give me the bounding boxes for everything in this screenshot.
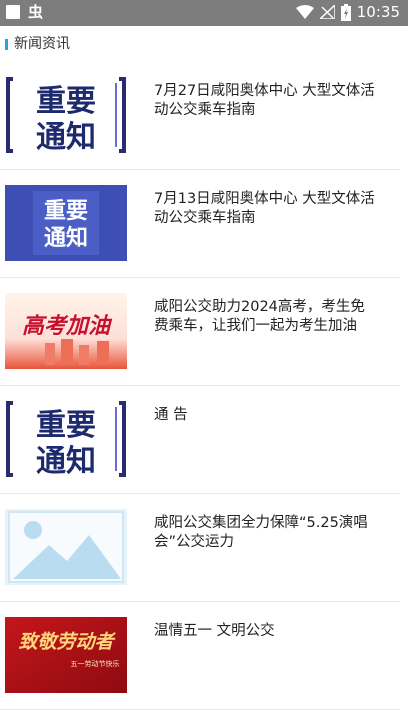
status-bar: 虫 10:35 [0, 0, 408, 26]
wifi-icon [295, 5, 314, 19]
news-title: 7月13日咸阳奥体中心 大型文体活动公交乘车指南 [154, 191, 375, 226]
notice-thumbnail: 重要 通知 [5, 185, 127, 261]
news-list: 重要 通知 7月27日咸阳奥体中心 大型文体活动公交乘车指南 重要 通知 7月1… [0, 62, 408, 710]
notice-thumbnail: 重要 通知 [5, 77, 127, 153]
thumb-text-bottom: 通知 [36, 120, 96, 153]
thumb-banner-text: 致敬劳动者 [18, 631, 116, 653]
news-item[interactable]: 重要 通知 7月13日咸阳奥体中心 大型文体活动公交乘车指南 [0, 170, 400, 278]
news-item[interactable]: 重要 通知 7月27日咸阳奥体中心 大型文体活动公交乘车指南 [0, 62, 400, 170]
thumb-text-top: 重要 [44, 199, 88, 224]
thumb-subtext: 五一劳动节快乐 [71, 659, 120, 668]
section-header: 新闻资讯 [0, 26, 408, 62]
thumb-banner-text: 高考加油 [22, 313, 113, 339]
gaokao-thumbnail: 高考加油 [5, 293, 127, 369]
notification-square-icon [6, 5, 20, 19]
news-title: 咸阳公交集团全力保障“5.25演唱会”公交运力 [154, 515, 368, 550]
bug-icon: 虫 [28, 3, 44, 21]
placeholder-image-icon [5, 509, 127, 585]
section-title: 新闻资讯 [14, 36, 70, 52]
battery-icon [340, 3, 351, 21]
thumb-text-bottom: 通知 [44, 225, 88, 251]
news-item[interactable]: 咸阳公交集团全力保障“5.25演唱会”公交运力 [0, 494, 400, 602]
news-item[interactable]: 高考加油 咸阳公交助力2024高考，考生免费乘车，让我们一起为考生加油 [0, 278, 400, 386]
clock: 10:35 [356, 3, 400, 21]
news-item[interactable]: 重要 通知 通 告 [0, 386, 400, 494]
thumb-text-bottom: 通知 [36, 444, 96, 477]
news-title: 7月27日咸阳奥体中心 大型文体活动公交乘车指南 [154, 83, 375, 118]
section-accent-bar [5, 39, 8, 50]
news-item[interactable]: 致敬劳动者 五一劳动节快乐 温情五一 文明公交 [0, 602, 400, 710]
thumb-text-top: 重要 [36, 84, 96, 119]
notice-thumbnail: 重要 通知 [5, 401, 127, 477]
news-title: 通 告 [154, 407, 188, 423]
news-title: 咸阳公交助力2024高考，考生免费乘车，让我们一起为考生加油 [154, 299, 365, 334]
labor-day-thumbnail: 致敬劳动者 五一劳动节快乐 [5, 617, 127, 693]
signal-icon [319, 5, 335, 19]
news-title: 温情五一 文明公交 [154, 623, 275, 639]
thumb-text-top: 重要 [36, 408, 96, 443]
